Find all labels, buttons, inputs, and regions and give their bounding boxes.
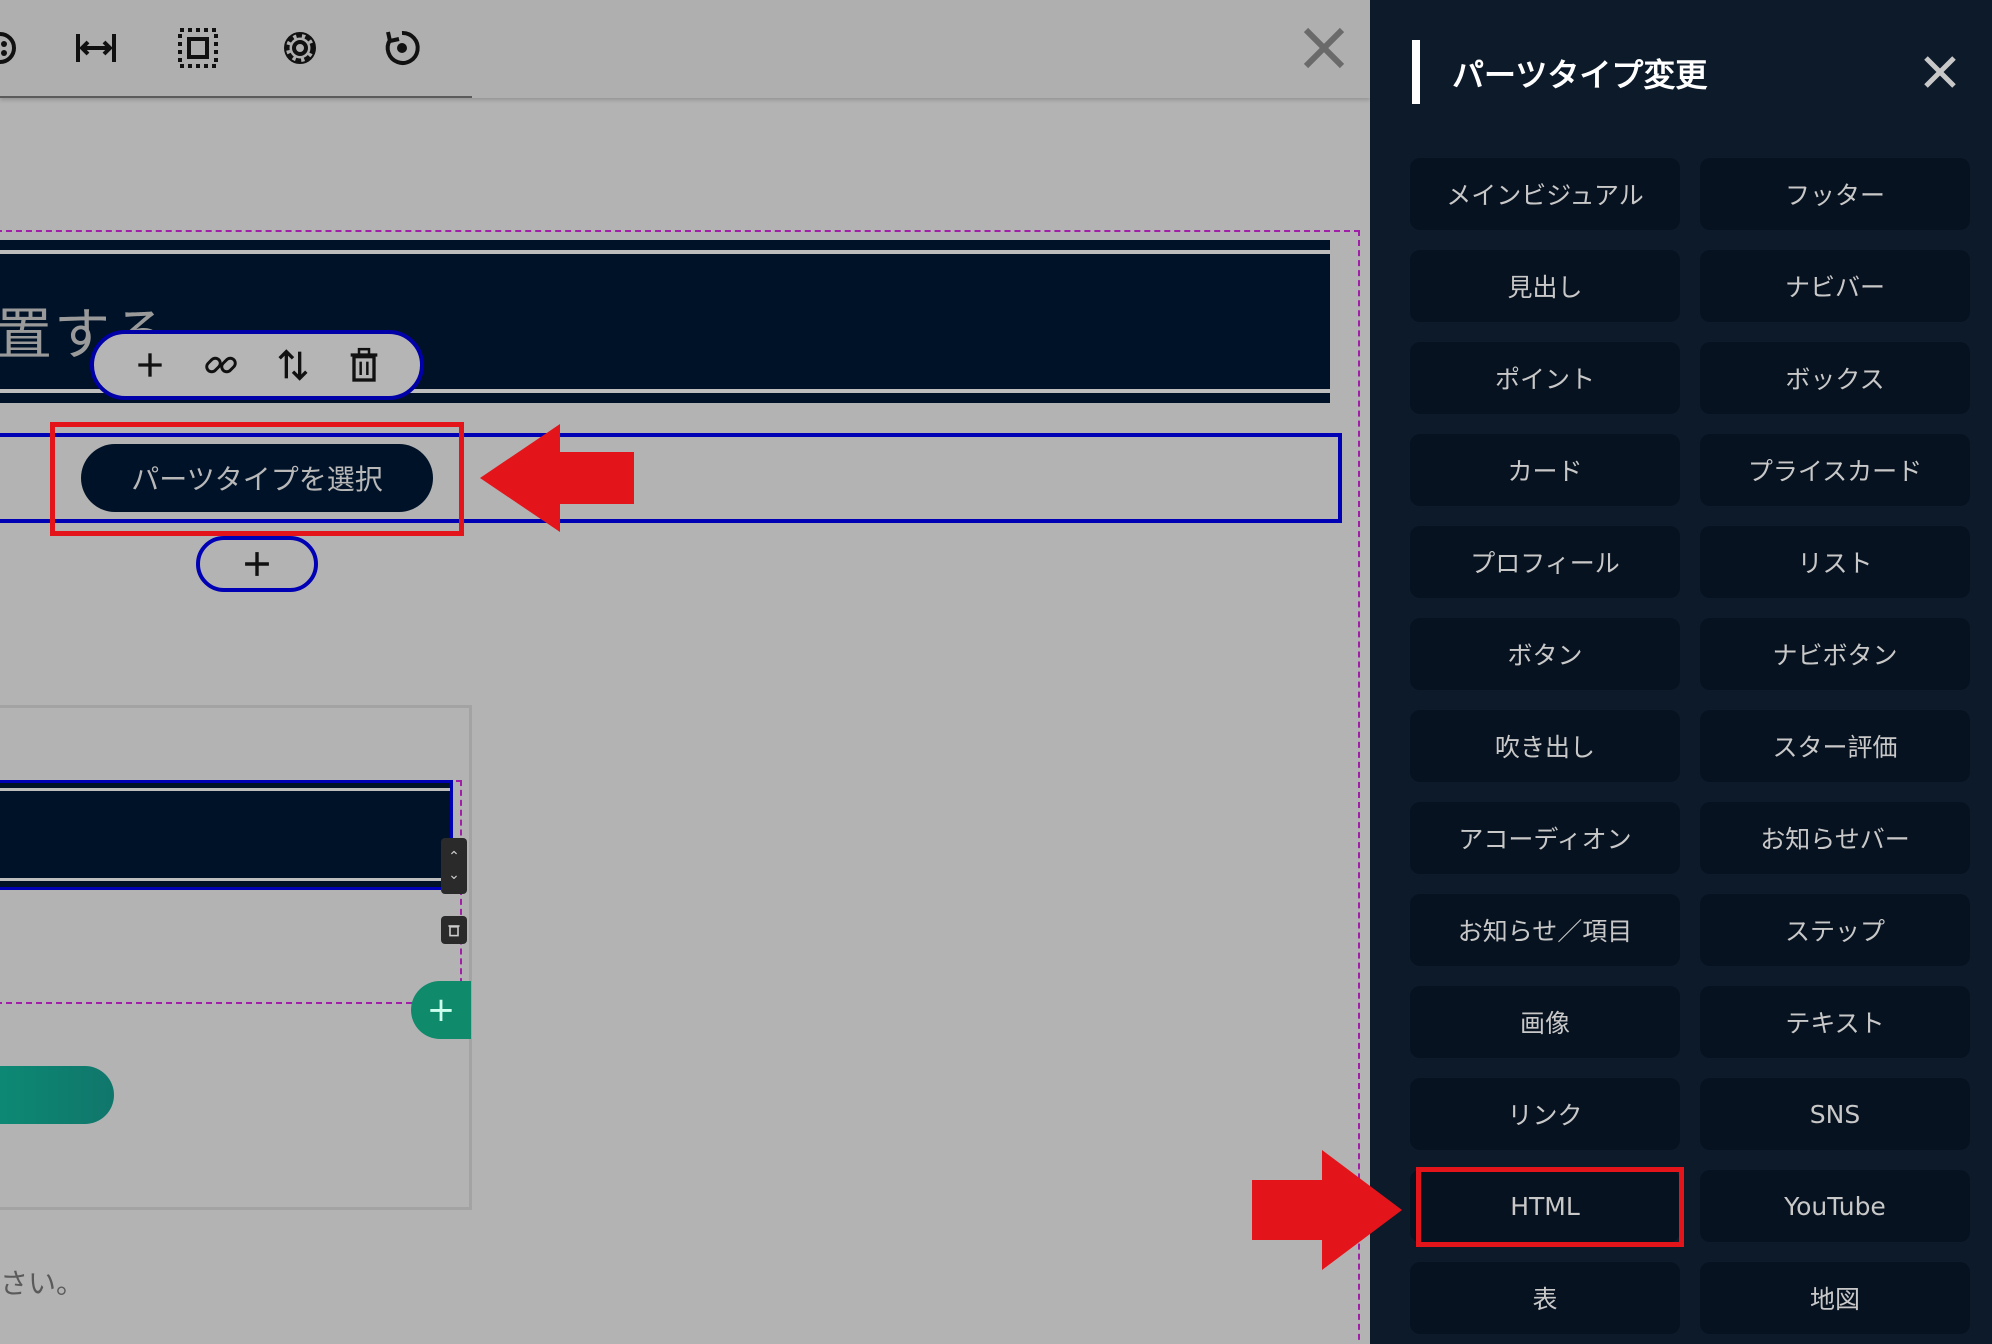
link-icon[interactable]	[197, 341, 245, 389]
sort-icon[interactable]	[269, 341, 317, 389]
type-box-button[interactable]: ボックス	[1700, 342, 1970, 414]
type-sns-button[interactable]: SNS	[1700, 1078, 1970, 1150]
arrow-left-icon	[480, 424, 634, 532]
padding-icon[interactable]	[172, 22, 224, 74]
part-toolbar	[90, 330, 424, 400]
type-heading-button[interactable]: 見出し	[1410, 250, 1680, 322]
small-trash-icon[interactable]	[441, 916, 467, 944]
banner-line	[0, 878, 450, 881]
add-part-button[interactable]	[196, 536, 318, 592]
type-text-button[interactable]: テキスト	[1700, 986, 1970, 1058]
type-card-button[interactable]: カード	[1410, 434, 1680, 506]
editor-canvas: 置する パーツタイプを選択 ⌃ ⌄ + さい。	[0, 0, 1370, 1344]
inner-heading-part[interactable]	[0, 780, 453, 890]
close-icon[interactable]	[1916, 48, 1964, 96]
footer-text: さい。	[0, 1267, 85, 1300]
type-youtube-button[interactable]: YouTube	[1700, 1170, 1970, 1242]
type-link-button[interactable]: リンク	[1410, 1078, 1680, 1150]
part-type-panel: パーツタイプ変更 メインビジュアル フッター 見出し ナビバー ポイント ボック…	[1370, 0, 1992, 1344]
type-button-button[interactable]: ボタン	[1410, 618, 1680, 690]
type-nav-button-button[interactable]: ナビボタン	[1700, 618, 1970, 690]
html-highlight-box	[1416, 1167, 1684, 1247]
green-add-icon[interactable]: +	[411, 981, 471, 1039]
banner-line	[0, 788, 450, 791]
move-handle-icon[interactable]: ⌃ ⌄	[441, 838, 467, 894]
type-profile-button[interactable]: プロフィール	[1410, 526, 1680, 598]
type-step-button[interactable]: ステップ	[1700, 894, 1970, 966]
type-price-card-button[interactable]: プライスカード	[1700, 434, 1970, 506]
type-accordion-button[interactable]: アコーディオン	[1410, 802, 1680, 874]
gear-icon[interactable]	[274, 22, 326, 74]
header-accent-bar	[1412, 40, 1420, 104]
type-star-rating-button[interactable]: スター評価	[1700, 710, 1970, 782]
width-icon[interactable]	[70, 22, 122, 74]
banner-line	[0, 250, 1330, 254]
type-table-button[interactable]: 表	[1410, 1262, 1680, 1334]
part-type-grid: メインビジュアル フッター 見出し ナビバー ポイント ボックス カード プライ…	[1410, 158, 1970, 1334]
type-notice-item-button[interactable]: お知らせ／項目	[1410, 894, 1680, 966]
palette-icon[interactable]	[0, 22, 26, 74]
type-main-visual-button[interactable]: メインビジュアル	[1410, 158, 1680, 230]
type-footer-button[interactable]: フッター	[1700, 158, 1970, 230]
editor-toolbar	[0, 0, 1370, 98]
trash-icon[interactable]	[340, 341, 388, 389]
panel-header: パーツタイプ変更	[1412, 40, 1972, 104]
type-list-button[interactable]: リスト	[1700, 526, 1970, 598]
type-map-button[interactable]: 地図	[1700, 1262, 1970, 1334]
add-icon[interactable]	[126, 341, 174, 389]
type-navbar-button[interactable]: ナビバー	[1700, 250, 1970, 322]
type-speech-bubble-button[interactable]: 吹き出し	[1410, 710, 1680, 782]
toolbar-active-underline	[0, 96, 472, 98]
select-part-type-button[interactable]: パーツタイプを選択	[81, 444, 433, 512]
type-point-button[interactable]: ポイント	[1410, 342, 1680, 414]
close-icon[interactable]	[1296, 20, 1352, 76]
type-image-button[interactable]: 画像	[1410, 986, 1680, 1058]
reset-icon[interactable]	[376, 22, 428, 74]
green-button[interactable]	[0, 1066, 114, 1124]
type-notice-bar-button[interactable]: お知らせバー	[1700, 802, 1970, 874]
plus-icon	[245, 552, 269, 576]
arrow-right-icon	[1252, 1150, 1402, 1270]
panel-title: パーツタイプ変更	[1452, 56, 1708, 94]
